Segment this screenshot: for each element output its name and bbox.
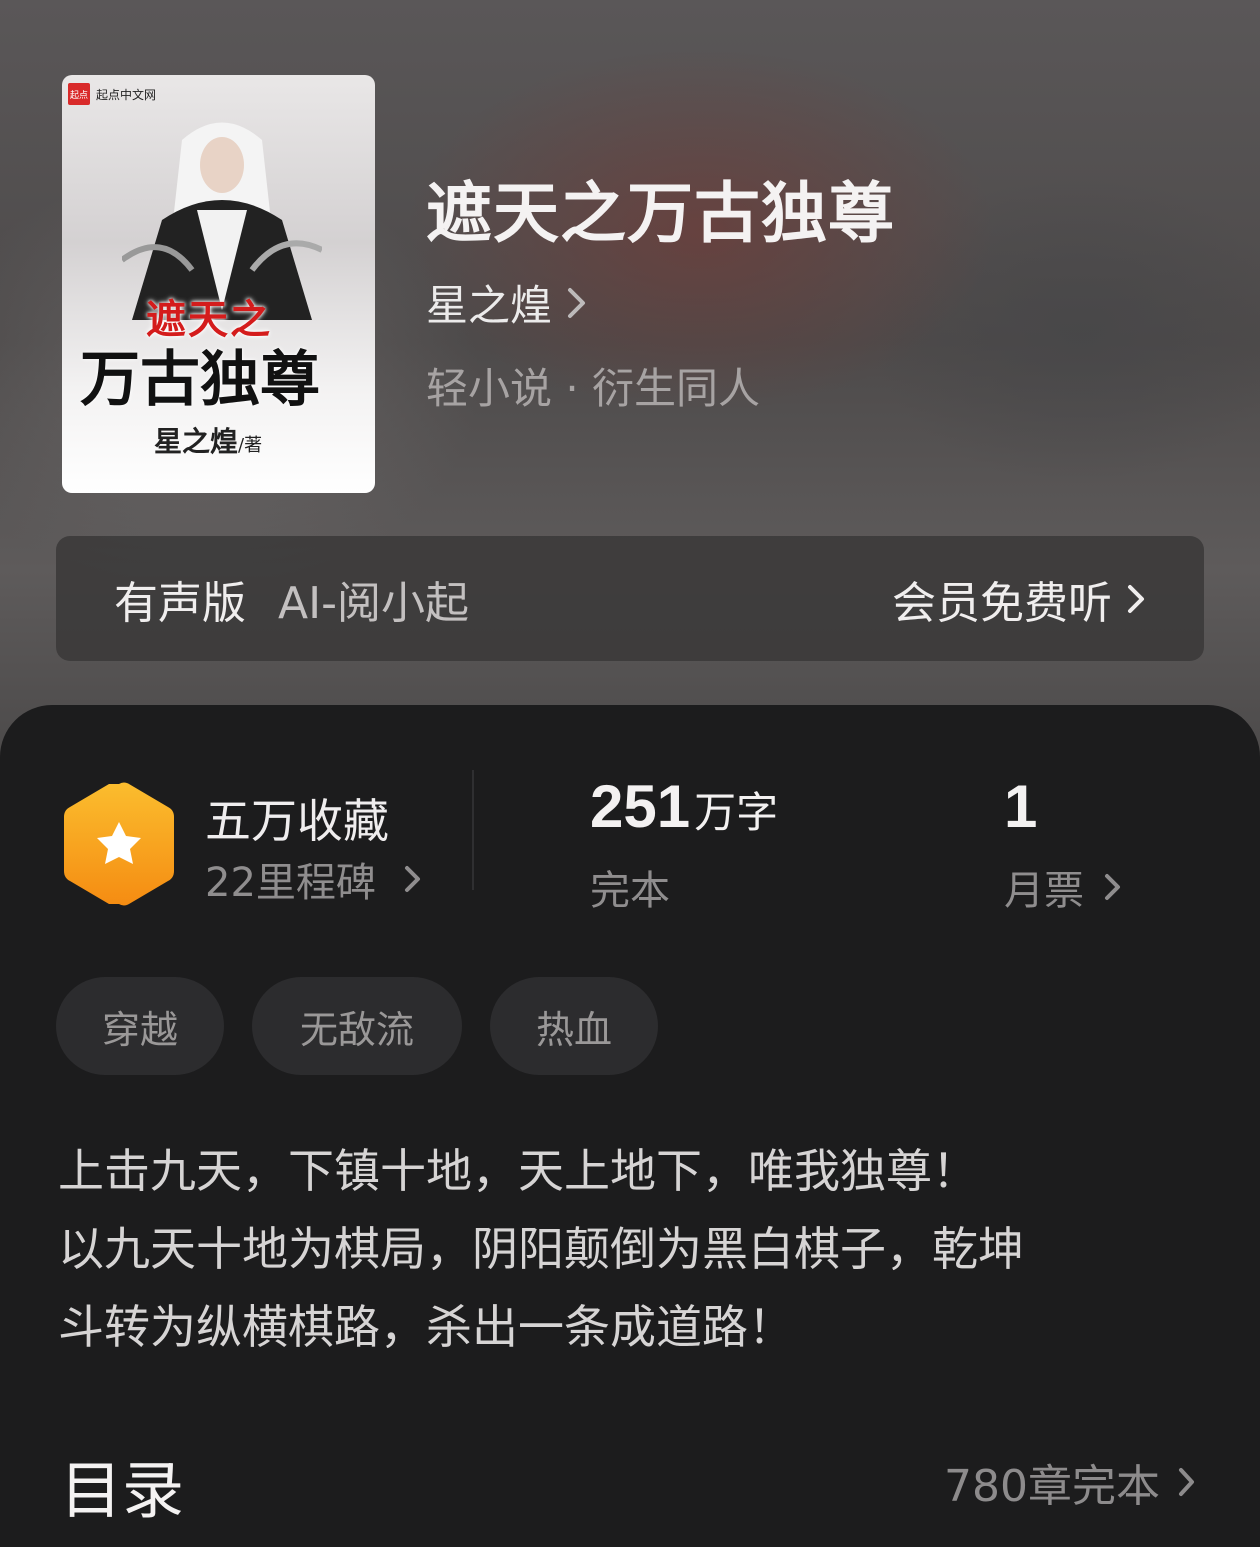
tag-list: 穿越 无敌流 热血: [56, 977, 658, 1075]
book-genre[interactable]: 轻小说 · 衍生同人: [426, 355, 760, 416]
publisher-logo: 起点: [68, 83, 90, 105]
monthly-votes-link[interactable]: 月票: [1004, 858, 1122, 916]
favorites-title[interactable]: 五万收藏: [205, 785, 389, 851]
word-count-unit: 万字: [694, 788, 779, 837]
publisher-name: 起点中文网: [96, 87, 157, 102]
cover-author: 星之煌/著: [154, 420, 262, 460]
word-count-number: 251: [590, 773, 691, 840]
toc-title[interactable]: 目录: [60, 1440, 184, 1530]
tag-chip[interactable]: 无敌流: [252, 977, 462, 1075]
monthly-votes-label: 月票: [1004, 868, 1084, 914]
word-count: 251 万字: [590, 772, 778, 841]
chevron-right-icon: [1179, 1468, 1194, 1496]
audio-label: 有声版: [114, 577, 246, 629]
cover-author-suffix: /著: [238, 435, 263, 456]
author-name: 星之煌: [426, 281, 553, 330]
member-free-listen-label: 会员免费听: [892, 577, 1112, 629]
cover-publisher: 起点 起点中文网: [68, 83, 156, 105]
favorites-star-icon[interactable]: [60, 780, 178, 908]
toc-link[interactable]: 780章完本: [944, 1450, 1196, 1514]
book-title: 遮天之万古独尊: [426, 174, 895, 252]
cover-author-name: 星之煌: [154, 425, 239, 458]
chevron-right-icon: [404, 866, 420, 892]
chevron-right-icon: [1128, 584, 1144, 613]
milestones-label: 22里程碑: [205, 860, 376, 906]
chevron-right-icon: [1105, 874, 1120, 900]
chevron-right-icon: [568, 287, 586, 318]
milestones-link[interactable]: 22里程碑: [205, 850, 422, 908]
toc-chapter-count: 780章完本: [944, 1461, 1160, 1512]
member-free-listen-button[interactable]: 会员免费听: [892, 567, 1146, 631]
audio-narrator: AI-阅小起: [278, 577, 469, 629]
audiobook-bar[interactable]: 有声版 AI-阅小起 会员免费听: [56, 536, 1204, 661]
completion-status: 完本: [590, 868, 670, 914]
book-description[interactable]: 上击九天，下镇十地，天上地下，唯我独尊！ 以九天十地为棋局，阴阳颠倒为黑白棋子，…: [58, 1132, 1208, 1366]
cover-title-line2: 万古独尊: [80, 345, 320, 415]
tag-chip[interactable]: 热血: [490, 977, 658, 1075]
monthly-votes-count[interactable]: 1: [1004, 772, 1037, 841]
stats-divider: [472, 770, 474, 890]
author-link[interactable]: 星之煌: [426, 272, 588, 333]
tag-chip[interactable]: 穿越: [56, 977, 224, 1075]
book-cover[interactable]: 起点 起点中文网 遮天之 万古独尊 星之煌/著: [62, 75, 375, 493]
